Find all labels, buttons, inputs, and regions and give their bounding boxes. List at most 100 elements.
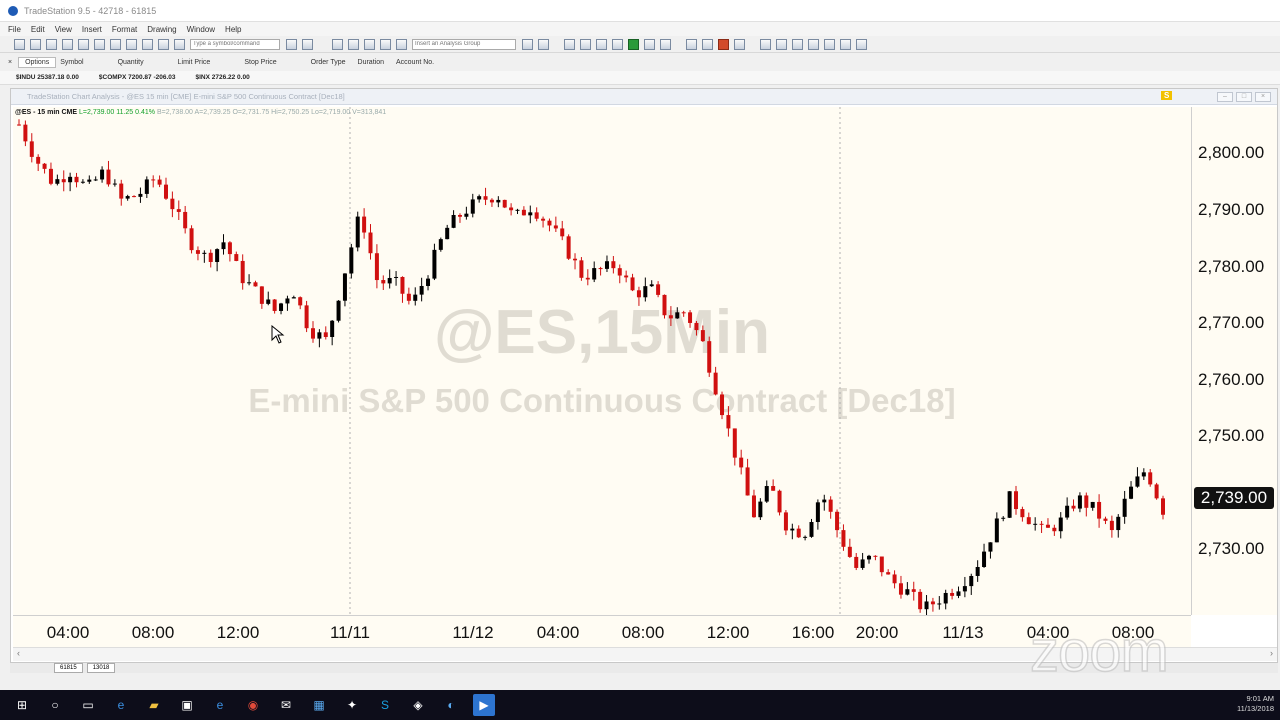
candle-up[interactable] <box>202 252 207 254</box>
candle-up[interactable] <box>464 213 469 217</box>
close-window-icon[interactable]: × <box>1255 92 1271 102</box>
candle-down[interactable] <box>828 499 833 512</box>
candle-down[interactable] <box>310 328 315 339</box>
candle-up[interactable] <box>93 179 98 181</box>
candle-up[interactable] <box>394 276 399 278</box>
candle-down[interactable] <box>892 574 897 584</box>
candle-down[interactable] <box>541 218 546 221</box>
candle-down[interactable] <box>183 211 188 229</box>
field-stop-price[interactable]: Stop Price <box>244 59 276 66</box>
candle-down[interactable] <box>61 179 66 183</box>
pause-icon[interactable] <box>660 38 671 50</box>
candle-down[interactable] <box>1097 501 1102 519</box>
candle-up[interactable] <box>342 273 347 301</box>
settings-icon[interactable] <box>840 38 851 50</box>
candle-up[interactable] <box>291 297 296 299</box>
candle-down[interactable] <box>1045 524 1050 528</box>
candle-up[interactable] <box>1007 491 1012 518</box>
candle-down[interactable] <box>23 124 28 142</box>
grid-icon[interactable] <box>856 38 867 50</box>
chart-type-icon[interactable] <box>596 38 607 50</box>
candle-up[interactable] <box>470 199 475 214</box>
candle-up[interactable] <box>413 294 418 301</box>
chrome-icon[interactable]: ◉ <box>242 694 264 716</box>
candle-up[interactable] <box>87 179 92 182</box>
candle-down[interactable] <box>74 176 79 183</box>
candle-down[interactable] <box>681 312 686 314</box>
candle-down[interactable] <box>36 156 41 164</box>
layout2-icon[interactable] <box>126 38 137 50</box>
app3-icon[interactable]: ◈ <box>407 694 429 716</box>
candle-down[interactable] <box>42 163 47 169</box>
candle-up[interactable] <box>790 528 795 531</box>
maximize-icon[interactable]: □ <box>1236 92 1252 102</box>
candle-up[interactable] <box>764 486 769 502</box>
candle-up[interactable] <box>1129 486 1134 499</box>
candle-up[interactable] <box>426 278 431 286</box>
candle-up[interactable] <box>419 285 424 295</box>
candle-down[interactable] <box>854 556 859 568</box>
chart-window-titlebar[interactable]: TradeStation Chart Analysis - @ES 15 min… <box>11 89 1277 105</box>
candle-down[interactable] <box>304 305 309 329</box>
candle-up[interactable] <box>988 542 993 552</box>
candle-down[interactable] <box>630 277 635 291</box>
app2-icon[interactable]: ✦ <box>341 694 363 716</box>
zoom-in-icon[interactable] <box>760 38 771 50</box>
candle-up[interactable] <box>994 518 999 543</box>
candle-down[interactable] <box>119 183 124 199</box>
skype-icon[interactable]: S <box>374 694 396 716</box>
candle-up[interactable] <box>758 501 763 518</box>
candle-down[interactable] <box>662 294 667 316</box>
mail-icon[interactable]: ✉ <box>275 694 297 716</box>
candle-up[interactable] <box>924 601 929 610</box>
palette-icon[interactable] <box>734 38 745 50</box>
candle-down[interactable] <box>547 220 552 226</box>
candle-down[interactable] <box>751 495 756 518</box>
candle-down[interactable] <box>796 528 801 538</box>
candle-down[interactable] <box>240 260 245 284</box>
candle-up[interactable] <box>528 212 533 216</box>
minimize-icon[interactable]: – <box>1217 92 1233 102</box>
candle-up[interactable] <box>215 249 220 263</box>
ie-icon[interactable]: e <box>209 694 231 716</box>
candle-up[interactable] <box>317 332 322 339</box>
candle-up[interactable] <box>285 298 290 304</box>
bar-black-icon[interactable] <box>644 38 655 50</box>
candle-up[interactable] <box>803 536 808 538</box>
layout-icon[interactable] <box>110 38 121 50</box>
candle-down[interactable] <box>406 293 411 301</box>
candle-down[interactable] <box>1109 520 1114 531</box>
candle-down[interactable] <box>713 372 718 395</box>
candle-down[interactable] <box>534 212 539 219</box>
candle-down[interactable] <box>521 209 526 216</box>
zoom-app-icon[interactable]: ▶ <box>473 694 495 716</box>
candle-up[interactable] <box>266 299 271 304</box>
candle-up[interactable] <box>125 196 130 199</box>
system-clock[interactable]: 9:01 AM 11/13/2018 <box>1237 694 1274 714</box>
lock-icon[interactable] <box>142 38 153 50</box>
analysis-group-input[interactable] <box>412 38 516 50</box>
chart-plot-area[interactable]: @ES,15Min E-mini S&P 500 Continuous Cont… <box>13 107 1191 615</box>
candle-up[interactable] <box>80 181 85 183</box>
candle-down[interactable] <box>879 556 884 573</box>
candle-up[interactable] <box>1090 501 1095 508</box>
candle-up[interactable] <box>330 320 335 338</box>
candle-down[interactable] <box>368 232 373 254</box>
candle-down[interactable] <box>950 592 955 596</box>
candle-down[interactable] <box>930 601 935 605</box>
candle-up[interactable] <box>1065 505 1070 518</box>
windows-start-icon[interactable]: ⊞ <box>11 694 33 716</box>
tab-symbol[interactable]: Symbol <box>60 59 83 66</box>
candle-down[interactable] <box>17 124 21 126</box>
candle-up[interactable] <box>1141 472 1146 477</box>
menu-help[interactable]: Help <box>225 25 241 34</box>
app-icon[interactable]: ▦ <box>308 694 330 716</box>
candle-up[interactable] <box>962 586 967 592</box>
workspace-icon[interactable] <box>62 38 73 50</box>
save-icon[interactable] <box>46 38 57 50</box>
color-icon[interactable] <box>718 38 729 50</box>
candle-down[interactable] <box>157 179 162 185</box>
candle-up[interactable] <box>1122 498 1127 517</box>
tools-icon[interactable] <box>824 38 835 50</box>
candle-down[interactable] <box>566 236 571 259</box>
